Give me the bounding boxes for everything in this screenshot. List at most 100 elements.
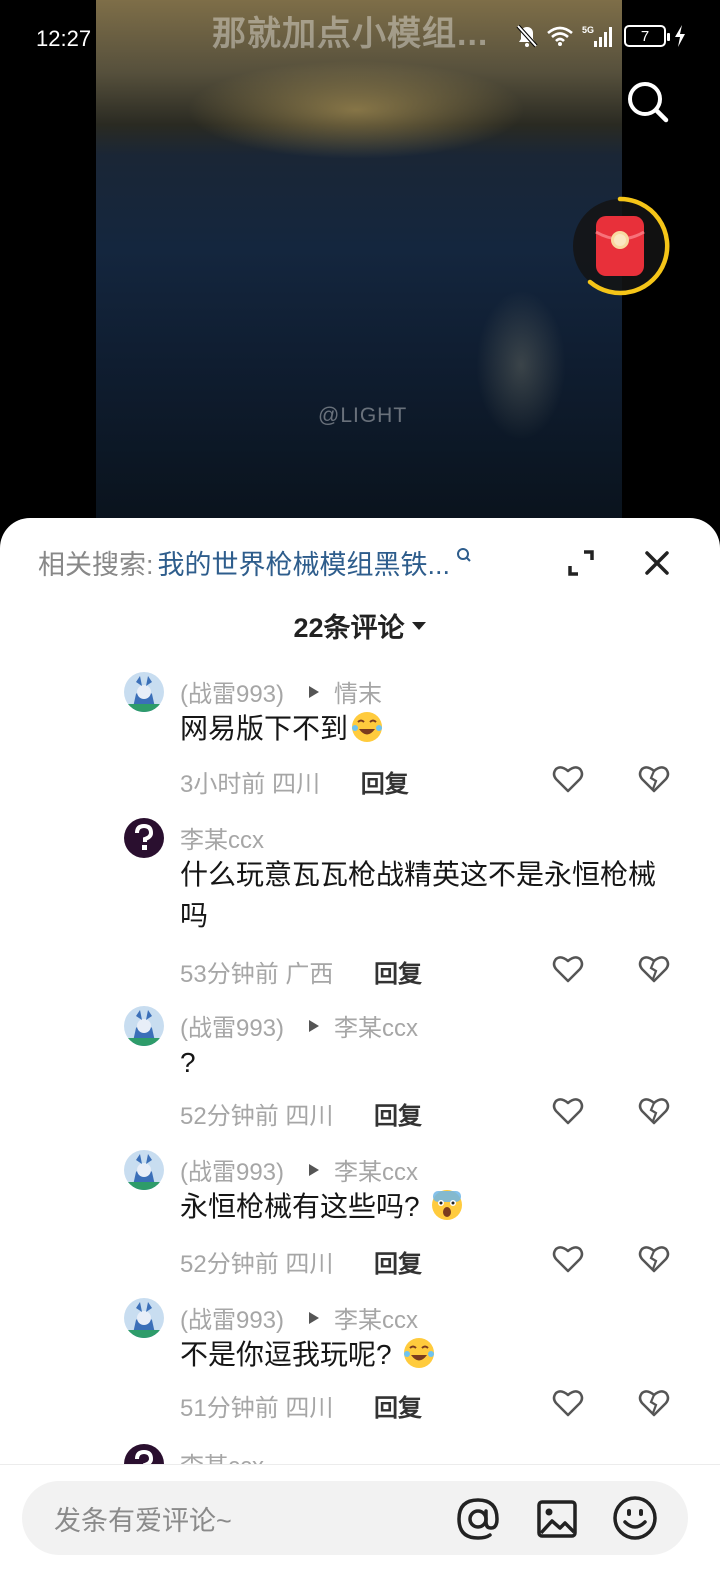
comment-count-label: 22条评论 — [293, 613, 405, 643]
comment-text: 永恒枪械有这些吗? — [180, 1186, 680, 1233]
comment-time: 52分钟前 — [180, 1251, 279, 1278]
charging-icon — [675, 25, 685, 47]
related-search[interactable]: 相关搜索: 我的世界枪械模组黑铁... — [38, 542, 472, 582]
comment-meta: 52分钟前 四川 回复 — [180, 1096, 422, 1131]
comment-time: 3小时前 — [180, 771, 266, 798]
comment-reply-to[interactable]: 情末 — [334, 674, 382, 709]
dislike-button[interactable] — [638, 954, 670, 984]
expand-button[interactable] — [566, 548, 596, 578]
broken-heart-icon — [638, 1098, 670, 1125]
status-time: 12:27 — [36, 26, 92, 51]
comment-author-line: (战雷993) 情末 — [180, 674, 382, 709]
comment-location: 广西 — [285, 961, 334, 988]
comment-location: 四川 — [272, 771, 321, 798]
comment-meta: 52分钟前 四川 回复 — [180, 1244, 422, 1279]
related-search-label: 相关搜索: — [38, 549, 154, 580]
reply-button[interactable]: 回复 — [374, 1251, 422, 1278]
image-button[interactable] — [536, 1497, 578, 1541]
search-icon — [457, 548, 471, 562]
like-button[interactable] — [552, 1244, 584, 1274]
expand-icon — [568, 550, 594, 576]
comment-meta: 3小时前 四川 回复 — [180, 764, 409, 799]
comment-author[interactable]: (战雷993) — [180, 674, 284, 709]
reply-button[interactable]: 回复 — [374, 1103, 422, 1130]
image-icon — [537, 1500, 577, 1538]
status-bar: 12:27 5G 7 — [0, 0, 720, 76]
smiley-icon — [613, 1496, 657, 1540]
heart-icon — [552, 1246, 584, 1273]
avatar[interactable] — [124, 1006, 164, 1046]
mute-bell-icon — [516, 24, 538, 48]
comment-location: 四川 — [285, 1395, 334, 1422]
comment-time: 51分钟前 — [180, 1395, 279, 1422]
avatar[interactable] — [124, 672, 164, 712]
broken-heart-icon — [638, 766, 670, 793]
video-frame — [96, 0, 622, 520]
comment-author-line: (战雷993) 李某ccx — [180, 1300, 418, 1335]
emoji-button[interactable] — [612, 1495, 658, 1541]
red-packet-button[interactable] — [568, 194, 672, 298]
reply-arrow-icon — [309, 1311, 320, 1324]
dislike-button[interactable] — [638, 764, 670, 794]
reply-arrow-icon — [309, 685, 320, 698]
at-sign-icon — [457, 1498, 499, 1540]
comment-text: 不是你逗我玩呢? — [180, 1334, 680, 1381]
heart-icon — [552, 1098, 584, 1125]
comment-author-line: (战雷993) 李某ccx — [180, 1152, 418, 1187]
comment-author[interactable]: (战雷993) — [180, 1008, 284, 1043]
reply-arrow-icon — [309, 1019, 320, 1032]
comment-reply-to[interactable]: 李某ccx — [334, 1008, 418, 1043]
avatar[interactable] — [124, 1298, 164, 1338]
heart-icon — [552, 766, 584, 793]
comment-body: 什么玩意瓦瓦枪战精英这不是永恒枪械吗 — [180, 859, 657, 931]
like-button[interactable] — [552, 1096, 584, 1126]
close-icon — [645, 551, 669, 575]
battery-indicator: 7 — [624, 25, 670, 47]
reply-button[interactable]: 回复 — [374, 961, 422, 988]
reply-button[interactable]: 回复 — [374, 1395, 422, 1422]
broken-heart-icon — [638, 956, 670, 983]
comment-author[interactable]: 李某ccx — [180, 820, 264, 855]
comment-location: 四川 — [285, 1251, 334, 1278]
comment-author[interactable]: (战雷993) — [180, 1300, 284, 1335]
comment-body: 网易版下不到 — [180, 713, 349, 744]
comment-reply-to[interactable]: 李某ccx — [334, 1152, 418, 1187]
comment-author-line: (战雷993) 李某ccx — [180, 1008, 418, 1043]
comment-text: 网易版下不到 — [180, 708, 680, 755]
like-button[interactable] — [552, 1388, 584, 1418]
avatar[interactable] — [124, 818, 164, 858]
signal-5g-icon: 5G — [582, 25, 612, 47]
search-button[interactable] — [624, 78, 672, 126]
comment-body: 永恒枪械有这些吗? — [180, 1191, 420, 1222]
laugh-cry-emoji-icon — [402, 1336, 436, 1381]
wifi-icon — [547, 26, 573, 46]
comment-meta: 51分钟前 四川 回复 — [180, 1388, 422, 1423]
comment-body: 不是你逗我玩呢? — [180, 1339, 392, 1370]
broken-heart-icon — [638, 1390, 670, 1417]
red-packet-icon — [573, 196, 670, 296]
heart-icon — [552, 956, 584, 983]
status-icons: 5G 7 — [516, 24, 686, 48]
comment-input[interactable]: 发条有爱评论~ — [22, 1481, 688, 1555]
video-watermark: @LIGHT — [318, 404, 408, 427]
reply-arrow-icon — [309, 1163, 320, 1176]
reply-button[interactable]: 回复 — [361, 771, 409, 798]
dislike-button[interactable] — [638, 1388, 670, 1418]
like-button[interactable] — [552, 954, 584, 984]
like-button[interactable] — [552, 764, 584, 794]
comment-count-dropdown[interactable]: 22条评论 — [0, 606, 720, 645]
dislike-button[interactable] — [638, 1096, 670, 1126]
comment-reply-to[interactable]: 李某ccx — [334, 1300, 418, 1335]
laugh-cry-emoji-icon — [350, 710, 384, 755]
shocked-emoji-icon — [430, 1188, 464, 1233]
broken-heart-icon — [638, 1246, 670, 1273]
comment-time: 52分钟前 — [180, 1103, 279, 1130]
mention-button[interactable] — [456, 1497, 500, 1541]
comment-text: 什么玩意瓦瓦枪战精英这不是永恒枪械吗 — [180, 854, 680, 936]
dislike-button[interactable] — [638, 1244, 670, 1274]
comment-input-placeholder: 发条有爱评论~ — [54, 1505, 232, 1536]
related-search-query[interactable]: 我的世界枪械模组黑铁... — [158, 543, 451, 582]
avatar[interactable] — [124, 1150, 164, 1190]
comment-author[interactable]: (战雷993) — [180, 1152, 284, 1187]
close-button[interactable] — [642, 548, 672, 578]
